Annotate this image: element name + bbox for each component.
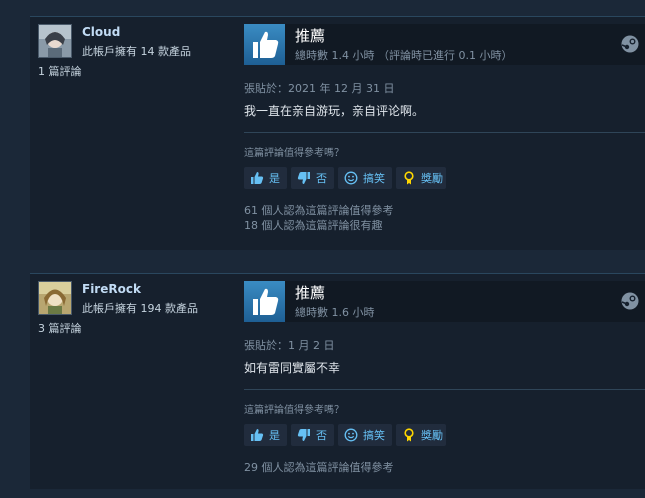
award-button[interactable]: 獎勵 xyxy=(396,167,446,189)
award-icon xyxy=(402,428,416,442)
steam-icon xyxy=(621,35,639,53)
vote-no-button[interactable]: 否 xyxy=(291,424,334,446)
recommendation-header[interactable]: 推薦 總時數 1.4 小時 （評論時已進行 0.1 小時） xyxy=(244,24,645,65)
vote-no-label: 否 xyxy=(316,429,327,442)
review-stats: 61 個人認為這篇評論值得參考 18 個人認為這篇評論很有趣 xyxy=(244,203,394,233)
vote-yes-button[interactable]: 是 xyxy=(244,424,287,446)
helpful-count: 29 個人認為這篇評論值得參考 xyxy=(244,461,394,474)
thumbs-up-icon xyxy=(244,281,285,322)
playtime-hours: 總時數 1.6 小時 xyxy=(295,306,375,319)
recommendation-title: 推薦 xyxy=(295,27,326,45)
recommendation-title: 推薦 xyxy=(295,284,326,302)
award-label: 獎勵 xyxy=(421,429,443,442)
award-label: 獎勵 xyxy=(421,172,443,185)
vote-no-label: 否 xyxy=(316,172,327,185)
products-owned[interactable]: 此帳戶擁有 14 款產品 xyxy=(82,43,191,59)
smiley-icon xyxy=(344,171,358,185)
review-text: 我一直在亲自游玩，亲自评论啊。 xyxy=(244,104,425,118)
username[interactable]: Cloud xyxy=(82,25,120,39)
avatar[interactable] xyxy=(38,24,72,58)
divider xyxy=(244,389,645,390)
thumbs-down-icon xyxy=(297,171,311,185)
review-stats: 29 個人認為這篇評論值得參考 xyxy=(244,460,394,475)
vote-yes-button[interactable]: 是 xyxy=(244,167,287,189)
posted-date: 張貼於：2021 年 12 月 31 日 xyxy=(244,82,395,95)
divider xyxy=(244,132,645,133)
thumbs-up-icon xyxy=(244,24,285,65)
vote-yes-label: 是 xyxy=(269,172,280,185)
vote-yes-label: 是 xyxy=(269,429,280,442)
vote-funny-label: 搞笑 xyxy=(363,172,385,185)
review-card: FireRock 此帳戶擁有 194 款產品 3 篇評論 推薦 總時數 1.6 … xyxy=(30,273,645,489)
award-icon xyxy=(402,171,416,185)
vote-funny-button[interactable]: 搞笑 xyxy=(338,424,392,446)
recommendation-header[interactable]: 推薦 總時數 1.6 小時 xyxy=(244,281,645,322)
helpful-count: 61 個人認為這篇評論值得參考 xyxy=(244,204,394,217)
thumbs-up-icon xyxy=(250,171,264,185)
vote-funny-button[interactable]: 搞笑 xyxy=(338,167,392,189)
thumbs-up-icon xyxy=(250,428,264,442)
playtime-hours: 總時數 1.4 小時 （評論時已進行 0.1 小時） xyxy=(295,49,513,62)
funny-count: 18 個人認為這篇評論很有趣 xyxy=(244,219,383,232)
review-card: Cloud 此帳戶擁有 14 款產品 1 篇評論 推薦 總時數 1.4 小時 （… xyxy=(30,16,645,250)
thumbs-down-icon xyxy=(297,428,311,442)
review-text: 如有雷同實屬不幸 xyxy=(244,361,341,375)
helpful-question: 這篇評論值得參考嗎？ xyxy=(244,148,344,159)
smiley-icon xyxy=(344,428,358,442)
vote-funny-label: 搞笑 xyxy=(363,429,385,442)
avatar[interactable] xyxy=(38,281,72,315)
vote-no-button[interactable]: 否 xyxy=(291,167,334,189)
posted-date: 張貼於：1 月 2 日 xyxy=(244,339,335,352)
review-count[interactable]: 1 篇評論 xyxy=(38,63,82,79)
award-button[interactable]: 獎勵 xyxy=(396,424,446,446)
steam-icon xyxy=(621,292,639,310)
helpful-question: 這篇評論值得參考嗎？ xyxy=(244,405,344,416)
username[interactable]: FireRock xyxy=(82,282,141,296)
review-count[interactable]: 3 篇評論 xyxy=(38,320,82,336)
products-owned[interactable]: 此帳戶擁有 194 款產品 xyxy=(82,300,198,316)
